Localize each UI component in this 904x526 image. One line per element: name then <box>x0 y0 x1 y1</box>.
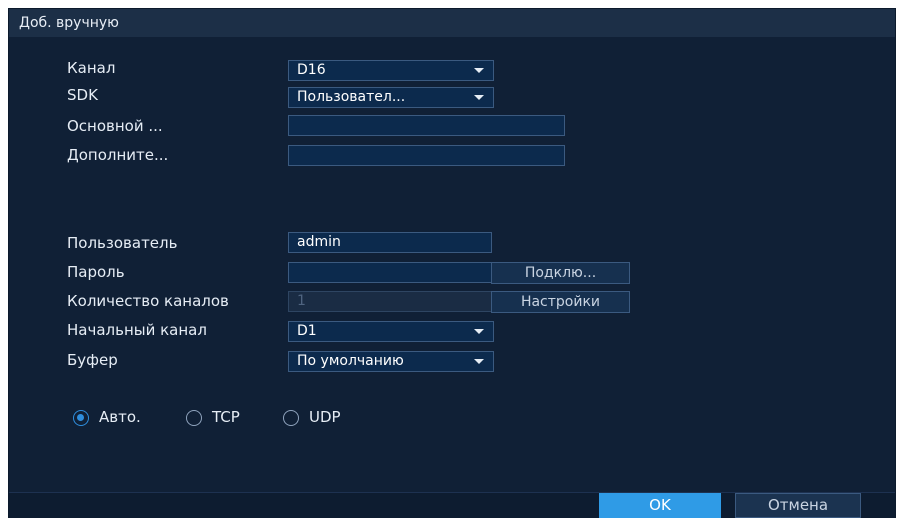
extra-stream-label: Дополните... <box>67 146 169 164</box>
username-value: admin <box>297 234 341 250</box>
settings-button[interactable]: Настройки <box>491 291 630 313</box>
dialog-title: Доб. вручную <box>19 15 119 31</box>
radio-auto[interactable] <box>73 410 89 426</box>
channel-count-label: Количество каналов <box>67 292 229 310</box>
extra-stream-input[interactable] <box>288 145 565 166</box>
main-stream-label: Основной ... <box>67 117 163 135</box>
buffer-label: Буфер <box>67 351 118 369</box>
sdk-select[interactable]: Пользовател... <box>288 87 494 108</box>
buffer-value: По умолчанию <box>297 353 404 369</box>
channel-label: Канал <box>67 59 116 77</box>
start-channel-value: D1 <box>297 323 317 339</box>
channel-value: D16 <box>297 62 326 78</box>
connect-button[interactable]: Подклю... <box>491 262 630 284</box>
radio-udp[interactable] <box>283 410 299 426</box>
radio-udp-label[interactable]: UDP <box>309 408 341 426</box>
add-manually-dialog: Доб. вручную Канал D16 SDK Пользовател..… <box>8 8 896 518</box>
radio-tcp-label[interactable]: TCP <box>212 408 240 426</box>
channel-count-input: 1 <box>288 291 492 312</box>
buffer-select[interactable]: По умолчанию <box>288 351 494 372</box>
ok-button[interactable]: OK <box>599 493 721 518</box>
username-label: Пользователь <box>67 234 178 252</box>
password-label: Пароль <box>67 263 125 281</box>
chevron-down-icon <box>474 68 484 73</box>
radio-auto-label[interactable]: Авто. <box>99 408 141 426</box>
channel-count-value: 1 <box>297 293 306 309</box>
sdk-value: Пользовател... <box>297 89 406 105</box>
dialog-footer: OK Отмена <box>9 492 895 518</box>
cancel-button[interactable]: Отмена <box>735 493 861 518</box>
dialog-titlebar: Доб. вручную <box>9 9 895 37</box>
start-channel-label: Начальный канал <box>67 321 207 339</box>
radio-tcp[interactable] <box>186 410 202 426</box>
password-input[interactable] <box>288 262 492 283</box>
start-channel-select[interactable]: D1 <box>288 321 494 342</box>
main-stream-input[interactable] <box>288 115 565 136</box>
chevron-down-icon <box>474 329 484 334</box>
channel-select[interactable]: D16 <box>288 60 494 81</box>
username-input[interactable]: admin <box>288 232 492 253</box>
chevron-down-icon <box>474 359 484 364</box>
chevron-down-icon <box>474 95 484 100</box>
sdk-label: SDK <box>67 86 98 104</box>
